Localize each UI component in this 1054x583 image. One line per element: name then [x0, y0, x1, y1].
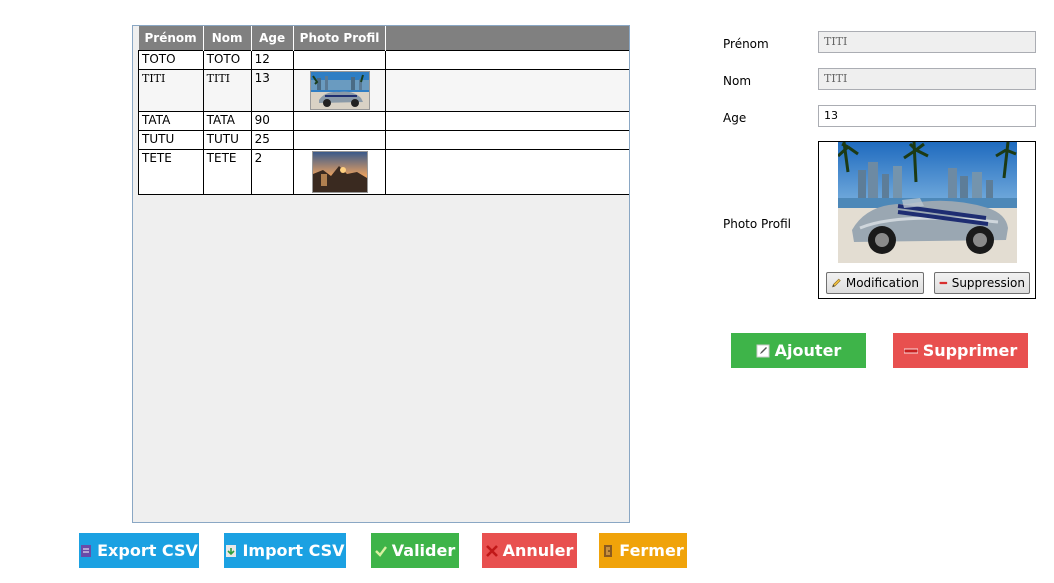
cell-filler [385, 111, 629, 131]
cell-prenom[interactable]: TUTU [138, 130, 204, 150]
exit-door-icon [604, 544, 613, 557]
person-grid[interactable]: Prénom Nom Age Photo Profil TOTO TOTO 12… [132, 25, 630, 523]
cell-filler [385, 130, 629, 150]
supprimer-button-label: Supprimer [922, 341, 1018, 360]
column-header-age[interactable]: Age [251, 26, 294, 51]
cell-age[interactable]: 13 [250, 69, 294, 112]
import-csv-button[interactable]: Import CSV [224, 533, 346, 568]
minus-icon [939, 281, 948, 285]
profile-car-image [838, 142, 1017, 263]
table-row-selected[interactable]: TITI TITI 13 [138, 69, 629, 112]
photo-profil-panel: Modification Suppression [818, 141, 1036, 299]
export-file-icon [81, 544, 92, 557]
close-x-icon [485, 544, 498, 557]
cell-photo[interactable] [292, 50, 387, 70]
prenom-label: Prénom [723, 37, 769, 51]
valider-label: Valider [391, 541, 456, 560]
nom-label: Nom [723, 74, 752, 88]
modification-button[interactable]: Modification [826, 272, 924, 294]
cell-age[interactable]: 12 [250, 50, 294, 70]
cell-nom[interactable]: TUTU [202, 130, 252, 150]
export-csv-label: Export CSV [97, 541, 198, 560]
table-row[interactable]: TETE TETE 2 [138, 149, 629, 195]
suppression-button[interactable]: Suppression [934, 272, 1030, 294]
valider-button[interactable]: Valider [371, 533, 459, 568]
cell-age[interactable]: 2 [250, 149, 294, 195]
cell-filler [385, 69, 629, 112]
cell-nom[interactable]: TETE [202, 149, 252, 195]
age-field[interactable]: 13 [818, 105, 1036, 127]
cell-nom[interactable]: TATA [202, 111, 252, 131]
sunset-thumbnail-image [311, 151, 368, 193]
nom-field[interactable]: TITI [818, 68, 1036, 90]
cell-photo[interactable] [292, 130, 387, 150]
ajouter-button-label: Ajouter [774, 341, 842, 360]
cell-nom[interactable]: TITI [202, 69, 252, 112]
import-file-icon [226, 544, 237, 557]
cell-filler [385, 50, 629, 70]
edit-note-icon [756, 344, 770, 357]
cell-prenom[interactable]: TOTO [138, 50, 204, 70]
table-row[interactable]: TATA TATA 90 [138, 111, 629, 131]
cell-age[interactable]: 90 [250, 111, 294, 131]
suppression-button-label: Suppression [951, 276, 1025, 290]
prenom-field[interactable]: TITI [818, 31, 1036, 53]
age-label: Age [723, 111, 747, 125]
ajouter-button[interactable]: Ajouter [731, 333, 866, 368]
cell-prenom[interactable]: TATA [138, 111, 204, 131]
table-row[interactable]: TOTO TOTO 12 [138, 50, 629, 70]
export-csv-button[interactable]: Export CSV [79, 533, 199, 568]
cell-photo[interactable] [292, 69, 387, 112]
cell-prenom[interactable]: TETE [138, 149, 204, 195]
cell-age[interactable]: 25 [250, 130, 294, 150]
annuler-label: Annuler [502, 541, 574, 560]
table-header-row: Prénom Nom Age Photo Profil [138, 26, 629, 51]
supprimer-button[interactable]: Supprimer [893, 333, 1028, 368]
column-header-prenom[interactable]: Prénom [138, 26, 204, 51]
modification-button-label: Modification [845, 276, 919, 290]
cell-prenom[interactable]: TITI [138, 69, 204, 112]
column-header-filler [385, 26, 629, 51]
cell-photo[interactable] [292, 111, 387, 131]
car-thumbnail-image [309, 71, 370, 110]
checkmark-icon [374, 545, 387, 557]
pencil-icon [832, 278, 841, 288]
cell-nom-text: TITI [206, 72, 231, 85]
import-csv-label: Import CSV [242, 541, 345, 560]
minus-icon [903, 348, 918, 353]
fermer-label: Fermer [619, 541, 684, 560]
column-header-photo[interactable]: Photo Profil [293, 26, 387, 51]
cell-photo[interactable] [292, 149, 387, 195]
cell-filler [385, 149, 629, 195]
person-table: Prénom Nom Age Photo Profil TOTO TOTO 12… [138, 26, 629, 195]
cell-prenom-text: TITI [142, 72, 166, 85]
annuler-button[interactable]: Annuler [482, 533, 577, 568]
table-row[interactable]: TUTU TUTU 25 [138, 130, 629, 150]
photo-profil-label: Photo Profil [723, 217, 791, 231]
fermer-button[interactable]: Fermer [599, 533, 687, 568]
column-header-nom[interactable]: Nom [203, 26, 252, 51]
cell-nom[interactable]: TOTO [202, 50, 252, 70]
